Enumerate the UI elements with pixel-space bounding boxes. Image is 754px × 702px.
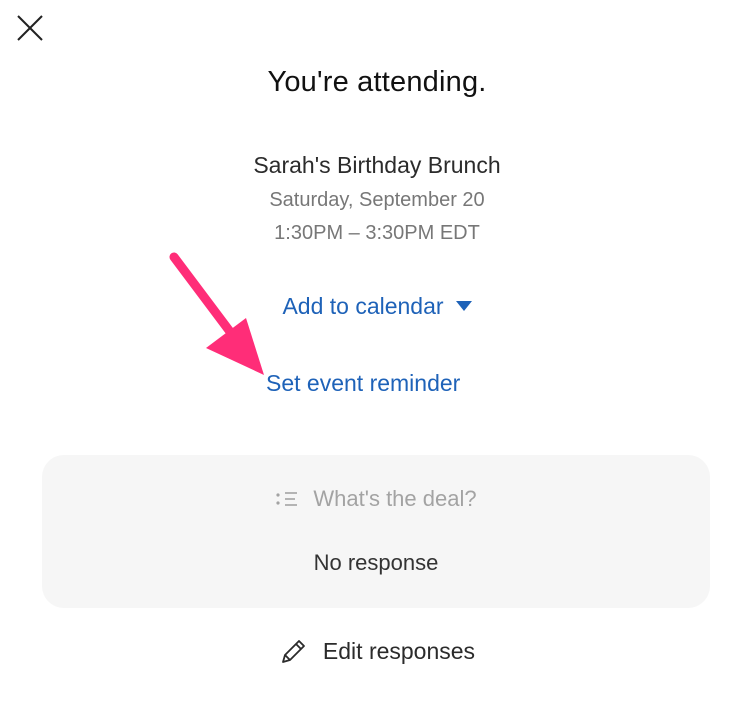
close-button[interactable]: [14, 12, 46, 44]
list-icon: [276, 492, 298, 506]
deal-card: What's the deal? No response: [42, 455, 710, 608]
event-date: Saturday, September 20: [269, 189, 485, 211]
close-icon: [17, 15, 43, 41]
caret-down-icon: [455, 301, 472, 311]
annotation-arrow-icon: [169, 252, 264, 375]
event-name: Sarah's Birthday Brunch: [253, 152, 501, 178]
edit-responses-label: Edit responses: [322, 638, 476, 664]
pencil-icon: [282, 640, 305, 663]
event-time: 1:30PM – 3:30PM EDT: [274, 222, 480, 244]
set-event-reminder-link[interactable]: Set event reminder: [266, 370, 460, 397]
edit-responses-button[interactable]: Edit responses: [0, 636, 754, 666]
page-title: You're attending.: [267, 66, 487, 98]
deal-answer: No response: [313, 550, 439, 575]
add-to-calendar-label: Add to calendar: [282, 293, 444, 319]
add-to-calendar-button[interactable]: Add to calendar: [0, 293, 754, 320]
rsvp-confirmation-screen: You're attending. Sarah's Birthday Brunc…: [0, 0, 754, 702]
deal-question-label: What's the deal?: [313, 486, 477, 511]
deal-question: What's the deal?: [42, 486, 710, 512]
